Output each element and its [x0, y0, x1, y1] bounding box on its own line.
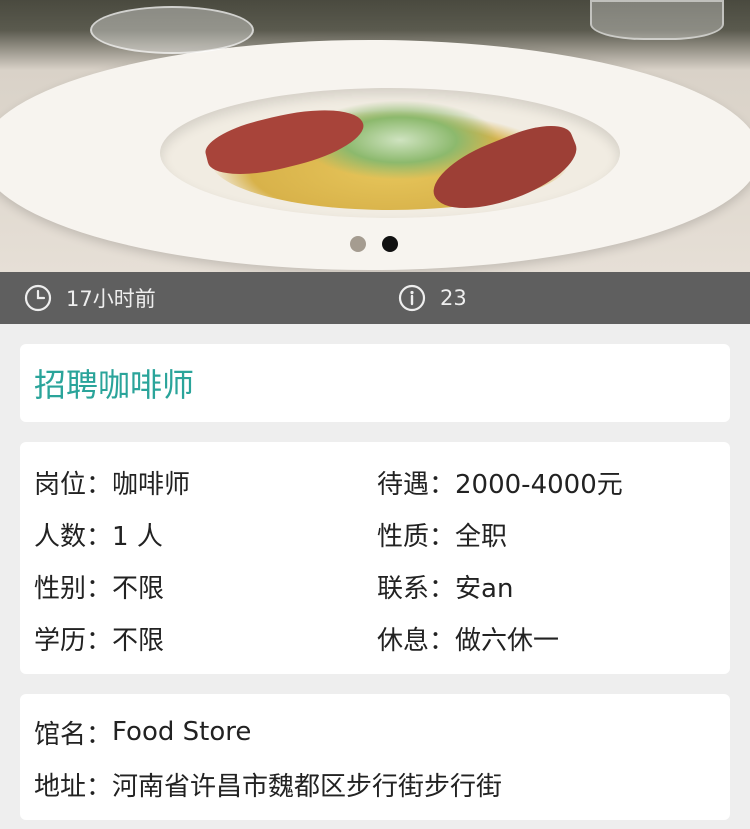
glass-image: [90, 6, 254, 54]
view-count: 23: [398, 284, 467, 312]
details-row: 人数：1 人 性质：全职: [20, 508, 730, 560]
glass-image-2: [590, 0, 724, 40]
venue-card: 馆名： Food Store 地址： 河南省许昌市魏都区步行街步行街: [20, 694, 730, 820]
detail-gender: 性别：不限: [20, 568, 377, 605]
venue-address-value: 河南省许昌市魏都区步行街步行街: [112, 771, 503, 802]
detail-headcount: 人数：1 人: [20, 516, 377, 553]
detail-job-type: 性质：全职: [377, 516, 720, 553]
detail-salary: 待遇：2000-4000元: [377, 464, 720, 501]
detail-value: 咖啡师: [112, 469, 191, 500]
clock-icon: [24, 284, 52, 312]
detail-label: 岗位：: [34, 469, 113, 500]
posted-time: 17小时前: [0, 283, 398, 313]
detail-value: 2000-4000元: [455, 469, 623, 500]
detail-value: 做六休一: [455, 625, 560, 656]
detail-position: 岗位：咖啡师: [20, 464, 377, 501]
posted-time-text: 17小时前: [66, 287, 156, 311]
venue-address-label: 地址：: [34, 771, 113, 802]
job-title: 招聘咖啡师: [34, 366, 195, 404]
info-icon: [398, 284, 426, 312]
detail-label: 学历：: [34, 625, 113, 656]
venue-address: 地址： 河南省许昌市魏都区步行街步行街: [20, 758, 730, 810]
detail-value: 1 人: [112, 521, 163, 552]
view-count-text: 23: [440, 286, 467, 310]
detail-label: 休息：: [377, 625, 456, 656]
detail-value: 不限: [112, 625, 165, 656]
venue-name: 馆名： Food Store: [20, 706, 730, 758]
detail-label: 性质：: [377, 521, 456, 552]
detail-label: 性别：: [34, 573, 113, 604]
meta-bar: 17小时前 23: [0, 272, 750, 324]
detail-label: 联系：: [377, 573, 456, 604]
detail-label: 待遇：: [377, 469, 456, 500]
detail-value: 全职: [455, 521, 508, 552]
details-row: 性别：不限 联系：安an: [20, 560, 730, 612]
job-details-card: 岗位：咖啡师 待遇：2000-4000元 人数：1 人 性质：全职 性别：不限 …: [20, 442, 730, 674]
detail-rest-days: 休息：做六休一: [377, 620, 720, 657]
job-title-card: 招聘咖啡师: [20, 344, 730, 422]
details-row: 学历：不限 休息：做六休一: [20, 612, 730, 664]
detail-label: 人数：: [34, 521, 113, 552]
carousel-dot-1[interactable]: [350, 236, 366, 252]
detail-value: 不限: [112, 573, 165, 604]
detail-value: 安an: [455, 573, 514, 604]
carousel-dot-2-active[interactable]: [382, 236, 398, 252]
venue-name-value: Food Store: [112, 717, 252, 747]
detail-contact: 联系：安an: [377, 568, 720, 605]
detail-education: 学历：不限: [20, 620, 377, 657]
carousel-pagination: [350, 236, 398, 252]
details-row: 岗位：咖啡师 待遇：2000-4000元: [20, 456, 730, 508]
venue-name-label: 馆名：: [34, 719, 113, 750]
hero-image-carousel[interactable]: [0, 0, 750, 272]
